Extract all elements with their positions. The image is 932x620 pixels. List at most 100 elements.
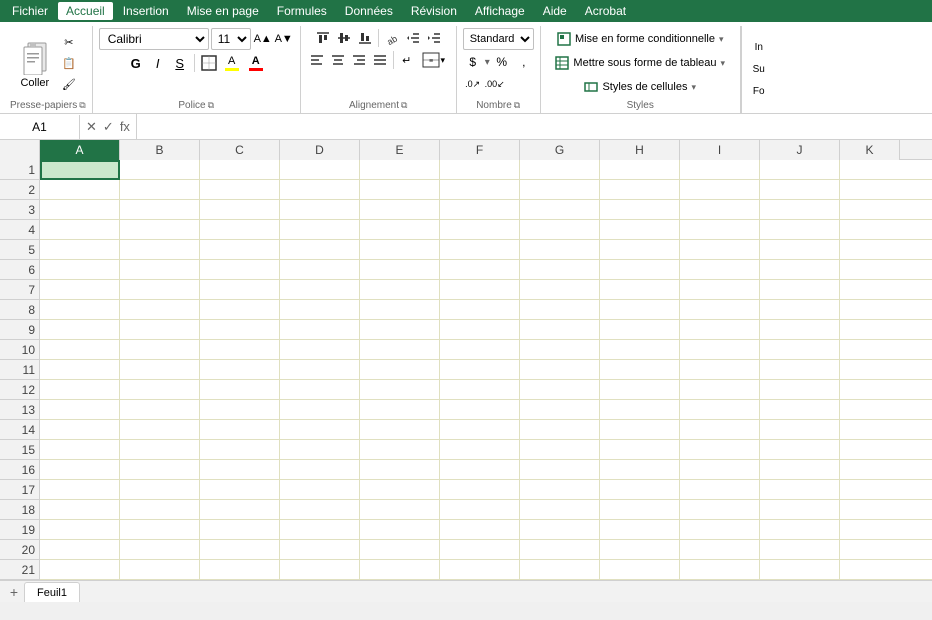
cell-D15[interactable]	[280, 440, 360, 460]
cell-C4[interactable]	[200, 220, 280, 240]
borders-button[interactable]	[199, 53, 219, 73]
format-painter-button[interactable]: 🖌	[57, 74, 81, 94]
cell-G17[interactable]	[520, 480, 600, 500]
font-color-button[interactable]: A	[245, 52, 267, 74]
cell-K21[interactable]	[840, 560, 932, 580]
cell-G10[interactable]	[520, 340, 600, 360]
formula-input[interactable]	[137, 120, 932, 134]
cell-E18[interactable]	[360, 500, 440, 520]
cell-I12[interactable]	[680, 380, 760, 400]
row-header-4[interactable]: 4	[0, 220, 40, 240]
cell-I17[interactable]	[680, 480, 760, 500]
cell-F5[interactable]	[440, 240, 520, 260]
cell-D7[interactable]	[280, 280, 360, 300]
cell-A17[interactable]	[40, 480, 120, 500]
cell-I10[interactable]	[680, 340, 760, 360]
cell-C5[interactable]	[200, 240, 280, 260]
col-header-g[interactable]: G	[520, 140, 600, 160]
row-header-20[interactable]: 20	[0, 540, 40, 560]
cell-B10[interactable]	[120, 340, 200, 360]
cell-B7[interactable]	[120, 280, 200, 300]
cell-E16[interactable]	[360, 460, 440, 480]
row-header-15[interactable]: 15	[0, 440, 40, 460]
cell-A6[interactable]	[40, 260, 120, 280]
cell-K20[interactable]	[840, 540, 932, 560]
cell-I15[interactable]	[680, 440, 760, 460]
cell-I1[interactable]	[680, 160, 760, 180]
cell-B1[interactable]	[120, 160, 200, 180]
row-header-18[interactable]: 18	[0, 500, 40, 520]
menu-mise-en-page[interactable]: Mise en page	[179, 2, 267, 20]
cell-G21[interactable]	[520, 560, 600, 580]
font-name-select[interactable]: Calibri	[99, 28, 209, 50]
cell-H3[interactable]	[600, 200, 680, 220]
cell-D16[interactable]	[280, 460, 360, 480]
cell-K19[interactable]	[840, 520, 932, 540]
cell-K5[interactable]	[840, 240, 932, 260]
increase-decimal-button[interactable]: .0↗	[463, 74, 483, 94]
cell-D11[interactable]	[280, 360, 360, 380]
formula-cancel-button[interactable]: ✕	[84, 119, 99, 135]
decrease-font-button[interactable]: A▼	[274, 29, 294, 49]
cell-F18[interactable]	[440, 500, 520, 520]
cell-F6[interactable]	[440, 260, 520, 280]
cell-B19[interactable]	[120, 520, 200, 540]
cell-G11[interactable]	[520, 360, 600, 380]
menu-formules[interactable]: Formules	[269, 2, 335, 20]
cell-B5[interactable]	[120, 240, 200, 260]
cell-K12[interactable]	[840, 380, 932, 400]
cell-K15[interactable]	[840, 440, 932, 460]
cell-K14[interactable]	[840, 420, 932, 440]
cell-D12[interactable]	[280, 380, 360, 400]
cell-D6[interactable]	[280, 260, 360, 280]
cell-B15[interactable]	[120, 440, 200, 460]
cell-E5[interactable]	[360, 240, 440, 260]
cell-F14[interactable]	[440, 420, 520, 440]
cell-F3[interactable]	[440, 200, 520, 220]
cell-B12[interactable]	[120, 380, 200, 400]
cell-B18[interactable]	[120, 500, 200, 520]
font-size-select[interactable]: 11	[211, 28, 251, 50]
menu-acrobat[interactable]: Acrobat	[577, 2, 634, 20]
cell-H9[interactable]	[600, 320, 680, 340]
cell-D10[interactable]	[280, 340, 360, 360]
indent-increase-button[interactable]	[424, 28, 444, 48]
thousands-button[interactable]: ,	[514, 52, 534, 72]
cell-F4[interactable]	[440, 220, 520, 240]
cell-G14[interactable]	[520, 420, 600, 440]
cell-F9[interactable]	[440, 320, 520, 340]
menu-fichier[interactable]: Fichier	[4, 2, 56, 20]
cell-J19[interactable]	[760, 520, 840, 540]
cell-H16[interactable]	[600, 460, 680, 480]
cell-F20[interactable]	[440, 540, 520, 560]
cell-D3[interactable]	[280, 200, 360, 220]
row-header-9[interactable]: 9	[0, 320, 40, 340]
cell-E17[interactable]	[360, 480, 440, 500]
cell-F19[interactable]	[440, 520, 520, 540]
conditional-format-button[interactable]: Mise en forme conditionnelle ▾	[550, 28, 731, 50]
cell-C10[interactable]	[200, 340, 280, 360]
row-header-14[interactable]: 14	[0, 420, 40, 440]
menu-insertion[interactable]: Insertion	[115, 2, 177, 20]
cell-E21[interactable]	[360, 560, 440, 580]
cell-B14[interactable]	[120, 420, 200, 440]
menu-donnees[interactable]: Données	[337, 2, 401, 20]
menu-revision[interactable]: Révision	[403, 2, 465, 20]
insert-cells-button[interactable]: In	[744, 38, 774, 58]
cell-G5[interactable]	[520, 240, 600, 260]
cell-styles-button[interactable]: Styles de cellules ▾	[577, 76, 703, 98]
number-format-select[interactable]: Standard	[463, 28, 534, 50]
fill-color-button[interactable]: A	[221, 52, 243, 74]
cell-F10[interactable]	[440, 340, 520, 360]
cell-E1[interactable]	[360, 160, 440, 180]
cell-B4[interactable]	[120, 220, 200, 240]
cell-I5[interactable]	[680, 240, 760, 260]
cell-J2[interactable]	[760, 180, 840, 200]
cell-J5[interactable]	[760, 240, 840, 260]
align-expand-btn[interactable]: ⧉	[401, 100, 407, 111]
cell-J14[interactable]	[760, 420, 840, 440]
col-header-b[interactable]: B	[120, 140, 200, 160]
cell-D8[interactable]	[280, 300, 360, 320]
col-header-k[interactable]: K	[840, 140, 900, 160]
formula-confirm-button[interactable]: ✓	[101, 119, 116, 135]
